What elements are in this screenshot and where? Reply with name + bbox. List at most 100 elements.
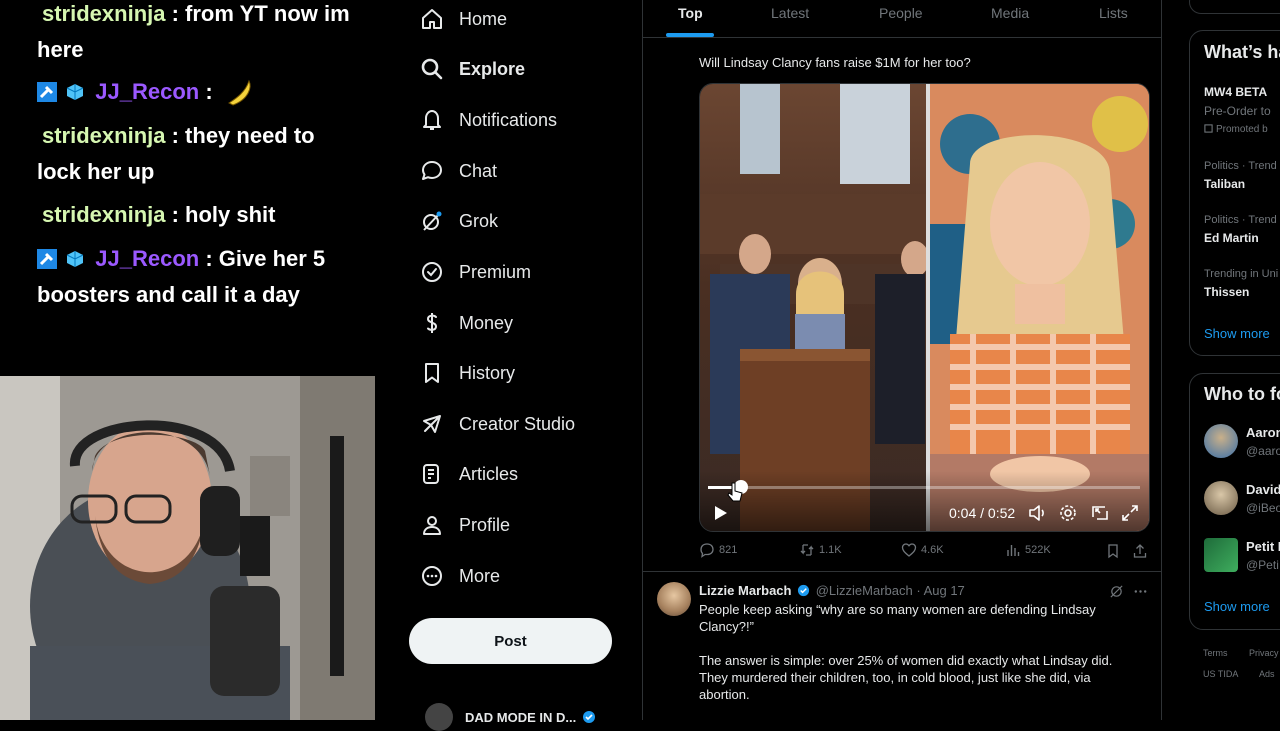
- tweet-body: People keep asking “why are so many wome…: [699, 601, 1139, 720]
- footer-link-terms[interactable]: Terms: [1203, 648, 1228, 658]
- grok-icon: [423, 211, 442, 231]
- avatar[interactable]: [1204, 538, 1238, 572]
- nav-label: Creator Studio: [459, 413, 576, 434]
- reply-button[interactable]: 821: [699, 542, 737, 558]
- more-circle-icon: [422, 566, 442, 586]
- nav-label: Money: [459, 312, 514, 333]
- promoted-icon: [1204, 124, 1213, 133]
- nav-item-notifications[interactable]: Notifications: [420, 105, 557, 135]
- footer-link-ads[interactable]: Ads: [1259, 669, 1275, 679]
- nav-label: Premium: [459, 261, 532, 282]
- tab-media[interactable]: Media: [991, 5, 1029, 21]
- timeline: Top Latest People Media Lists Will Linds…: [642, 0, 1162, 720]
- video-controls: [700, 471, 1149, 531]
- grok-icon[interactable]: [1109, 584, 1124, 599]
- follow-handle: @Peti: [1246, 558, 1279, 572]
- share-icon[interactable]: [1132, 543, 1148, 559]
- handle[interactable]: @LizzieMarbach: [816, 583, 913, 598]
- footer-link-privacy[interactable]: Privacy: [1249, 648, 1279, 658]
- play-icon[interactable]: [710, 503, 730, 523]
- nav-item-history[interactable]: History: [420, 358, 515, 388]
- like-button[interactable]: 4.6K: [901, 542, 944, 558]
- verified-icon: [422, 262, 442, 282]
- video-progress-bar[interactable]: [708, 480, 1140, 494]
- mouse-cursor-icon: [727, 482, 743, 502]
- nav-item-home[interactable]: Home: [420, 4, 507, 34]
- footer-link-ustida[interactable]: US TIDA: [1203, 669, 1238, 679]
- search-box[interactable]: [1189, 0, 1280, 14]
- follow-name[interactable]: Aaron: [1246, 425, 1280, 440]
- nav-item-profile[interactable]: Profile: [420, 510, 510, 540]
- nav-item-money[interactable]: Money: [420, 308, 513, 338]
- nav-item-creator-studio[interactable]: Creator Studio: [420, 409, 575, 439]
- trend-item[interactable]: Ed Martin: [1204, 231, 1259, 245]
- account-switcher[interactable]: DAD MODE IN D...: [425, 703, 596, 731]
- nav-item-more[interactable]: More: [420, 561, 500, 591]
- avatar[interactable]: [657, 582, 691, 616]
- settings-gear-icon[interactable]: [1058, 503, 1078, 523]
- trend-item[interactable]: Taliban: [1204, 177, 1245, 191]
- view-count: 522K: [1025, 544, 1051, 556]
- follow-name[interactable]: David: [1246, 482, 1280, 497]
- fullscreen-icon[interactable]: [1120, 503, 1140, 523]
- follow-handle: @iBeo: [1246, 501, 1280, 515]
- search-tabs: Top Latest People Media Lists: [643, 0, 1161, 38]
- tab-lists[interactable]: Lists: [1099, 5, 1128, 21]
- nav-item-grok[interactable]: Grok: [420, 206, 498, 236]
- nav-item-articles[interactable]: Articles: [420, 459, 518, 489]
- video-player[interactable]: 0:04 / 0:52: [699, 83, 1150, 532]
- nav-item-premium[interactable]: Premium: [420, 257, 531, 287]
- nav-label: History: [459, 362, 516, 383]
- tab-people[interactable]: People: [879, 5, 923, 21]
- promoted-label: Promoted b: [1204, 124, 1268, 135]
- tweet-text: Will Lindsay Clancy fans raise $1M for h…: [699, 55, 971, 70]
- promoted-text: Promoted b: [1216, 124, 1268, 135]
- avatar[interactable]: [1204, 481, 1238, 515]
- trend-category: Politics · Trend: [1204, 214, 1277, 226]
- follow-name[interactable]: Petit F: [1246, 539, 1280, 554]
- nav-item-explore[interactable]: Explore: [420, 54, 525, 84]
- trend-item[interactable]: MW4 BETA: [1204, 85, 1267, 99]
- nav-label: Articles: [459, 463, 519, 484]
- trend-subtitle: Pre-Order to: [1204, 104, 1271, 118]
- webcam-feed: [0, 376, 375, 720]
- tab-top[interactable]: Top: [678, 5, 703, 21]
- rocket-icon: [423, 415, 441, 433]
- volume-icon[interactable]: [1027, 503, 1047, 523]
- chat-username: JJ_Recon: [95, 79, 200, 104]
- show-more-link[interactable]: Show more: [1204, 599, 1270, 614]
- tweet-date[interactable]: · Aug 17: [916, 583, 964, 598]
- chat-username: stridexninja: [42, 202, 166, 227]
- trend-category: Trending in Uni: [1204, 268, 1279, 280]
- chat-username: stridexninja: [42, 123, 166, 148]
- trend-item[interactable]: Thissen: [1204, 285, 1249, 299]
- reply-count: 821: [719, 544, 738, 556]
- chat-message: stridexninja : they need to lock her up: [37, 118, 357, 190]
- follow-handle: @aaro: [1246, 444, 1280, 458]
- verified-badge-icon: [798, 584, 810, 597]
- home-icon: [422, 9, 442, 29]
- repost-count: 1.1K: [819, 544, 842, 556]
- bookmark-icon: [425, 363, 439, 383]
- dollar-icon: [426, 313, 438, 333]
- webcam-person-illustration: [0, 376, 375, 720]
- right-sidebar: What’s ha MW4 BETA Pre-Order to Promoted…: [1162, 0, 1280, 720]
- avatar: [425, 703, 453, 731]
- more-options-icon[interactable]: [1133, 584, 1148, 599]
- tab-latest[interactable]: Latest: [771, 5, 809, 21]
- bookmark-icon[interactable]: [1105, 543, 1121, 559]
- nav-item-chat[interactable]: Chat: [420, 156, 497, 186]
- repost-button[interactable]: 1.1K: [799, 542, 842, 558]
- tweet-paragraph: People keep asking “why are so many wome…: [699, 602, 1096, 634]
- nav-label: Home: [459, 8, 508, 29]
- courtroom-video-frame: [700, 84, 929, 531]
- views-button[interactable]: 522K: [1005, 542, 1051, 558]
- post-button[interactable]: Post: [409, 618, 612, 664]
- trend-category: Politics · Trend: [1204, 160, 1277, 172]
- avatar[interactable]: [1204, 424, 1238, 458]
- heart-icon: [901, 543, 917, 557]
- display-name[interactable]: Lizzie Marbach: [699, 583, 791, 598]
- show-more-link[interactable]: Show more: [1204, 326, 1270, 341]
- pip-icon[interactable]: [1090, 503, 1110, 523]
- nav-label: Profile: [459, 514, 511, 535]
